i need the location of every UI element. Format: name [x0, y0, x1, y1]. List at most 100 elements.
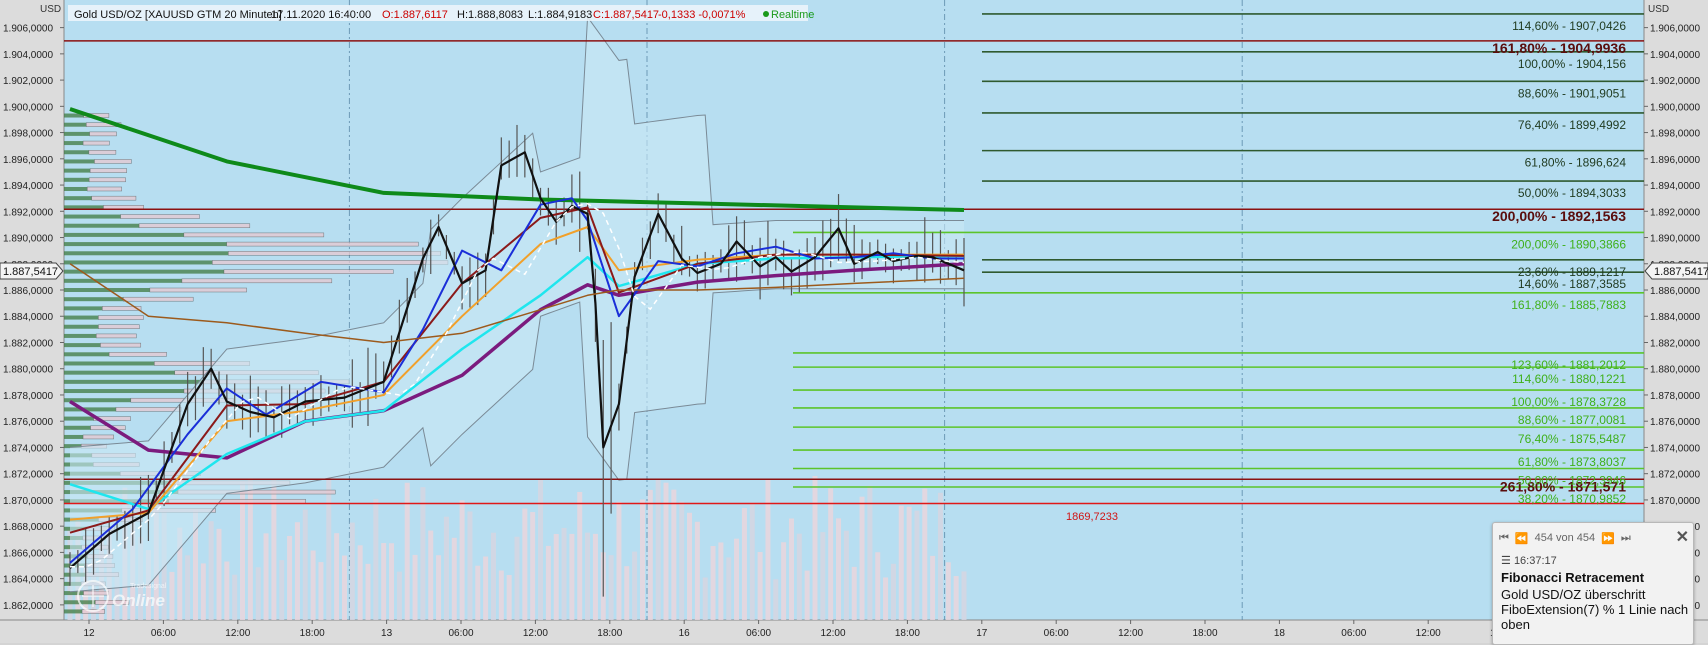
price-tag-right-text: 1.887,5417	[1654, 266, 1708, 278]
volume-bar	[592, 533, 598, 620]
volume-bar	[498, 570, 504, 620]
y-tick-label-right: 1.900,0000	[1650, 102, 1700, 113]
y-tick-label: 1.892,0000	[3, 207, 53, 218]
volume-bar	[255, 567, 261, 620]
volume-bar	[263, 533, 269, 620]
profile-sell-bar	[89, 168, 127, 173]
last-page-icon[interactable]: ⏭	[1621, 532, 1631, 545]
alert-nav: ⏮ ⏪ 454 von 454 ⏩ ⏭	[1499, 527, 1687, 549]
x-tick-label: 12:00	[820, 628, 845, 639]
header-low: L:1.884,9183	[528, 9, 592, 21]
volume-bar	[475, 565, 481, 620]
x-tick-label: 18:00	[1192, 628, 1217, 639]
fib-upper-label: 100,00% - 1904,156	[1518, 57, 1626, 71]
support-level-label: 1869,7233	[1066, 511, 1118, 523]
volume-bar	[702, 577, 708, 620]
profile-sell-bar	[183, 232, 325, 238]
profile-sell-bar	[149, 287, 247, 293]
volume-bar	[200, 563, 206, 620]
profile-buy-bar	[64, 196, 92, 201]
profile-buy-bar	[64, 177, 90, 182]
volume-bar	[216, 528, 222, 620]
profile-sell-bar	[181, 278, 333, 284]
y-tick-label-right: 1.898,0000	[1650, 129, 1700, 140]
profile-buy-bar	[64, 306, 103, 311]
volume-bar	[843, 530, 849, 620]
profile-buy-bar	[64, 297, 124, 302]
volume-bar	[655, 478, 661, 620]
menu-icon[interactable]: ☰	[1501, 555, 1511, 567]
profile-buy-bar	[64, 315, 99, 320]
alert-popup[interactable]: ⏮ ⏪ 454 von 454 ⏩ ⏭ ✕ ☰ 16:37:17 Fibonac…	[1492, 522, 1694, 645]
y-tick-label-right: 1.874,0000	[1650, 443, 1700, 454]
volume-bar	[773, 579, 779, 620]
volume-bar	[185, 555, 191, 620]
x-tick-label: 06:00	[746, 628, 771, 639]
profile-sell-bar	[89, 131, 117, 137]
volume-bar	[741, 507, 747, 620]
volume-bar	[451, 537, 457, 620]
resistance-label: 161,80% - 1904,9936	[1492, 40, 1626, 56]
x-tick-label: 16	[679, 628, 691, 639]
prev-page-icon[interactable]: ⏪	[1515, 532, 1529, 545]
volume-bar	[467, 511, 473, 620]
profile-buy-bar	[64, 260, 213, 265]
volume-bar	[608, 555, 614, 620]
profile-buy-bar	[64, 186, 88, 191]
currency-left: USD	[40, 4, 61, 15]
volume-bar	[302, 509, 308, 620]
volume-bar	[294, 522, 300, 620]
next-page-icon[interactable]: ⏩	[1601, 532, 1615, 545]
volume-bar	[828, 488, 834, 620]
profile-sell-bar	[122, 296, 194, 302]
fib-lower-label: 76,40% - 1875,5487	[1518, 432, 1626, 446]
profile-buy-bar	[64, 434, 84, 439]
y-tick-label: 1.900,0000	[3, 102, 53, 113]
x-tick-label: 12	[83, 628, 95, 639]
y-tick-label-right: 1.892,0000	[1650, 207, 1700, 218]
y-tick-label-right: 1.882,0000	[1650, 338, 1700, 349]
alert-message: Gold USD/OZ überschritt FiboExtension(7)…	[1501, 587, 1689, 632]
volume-bar	[169, 571, 175, 620]
first-page-icon[interactable]: ⏮	[1499, 532, 1509, 545]
fib-lower-label: 161,80% - 1885,7883	[1511, 298, 1626, 312]
profile-buy-bar	[64, 379, 204, 384]
profile-sell-bar	[82, 140, 110, 146]
y-tick-label-right: 1.872,0000	[1650, 470, 1700, 481]
volume-bar	[506, 574, 512, 620]
alert-time: ☰ 16:37:17	[1501, 554, 1557, 567]
price-chart[interactable]: 161,80% - 1904,9936200,00% - 1892,156326…	[0, 0, 1708, 643]
volume-bar	[647, 489, 653, 620]
volume-bar	[914, 510, 920, 620]
x-tick-label: 18:00	[597, 628, 622, 639]
profile-sell-bar	[91, 195, 137, 201]
y-tick-label: 1.882,0000	[3, 338, 53, 349]
volume-bar	[781, 542, 787, 620]
profile-sell-bar	[100, 342, 142, 348]
profile-sell-bar	[98, 315, 144, 320]
y-tick-label: 1.874,0000	[3, 443, 53, 454]
volume-bar	[624, 566, 630, 620]
price-header: Gold USD/OZ [XAUUSD GTM 20 Minuten] 17.1…	[68, 5, 814, 21]
volume-bar	[522, 508, 528, 620]
profile-buy-bar	[64, 343, 101, 348]
volume-bar	[788, 518, 794, 620]
volume-bar	[851, 566, 857, 620]
close-icon[interactable]: ✕	[1676, 527, 1689, 547]
y-tick-label: 1.898,0000	[3, 129, 53, 140]
volume-bar	[937, 492, 943, 620]
profile-sell-bar	[120, 214, 200, 219]
fib-lower-label: 38,20% - 1870,9852	[1518, 492, 1626, 506]
profile-sell-bar	[108, 352, 167, 357]
plot-area[interactable]	[64, 0, 1644, 620]
volume-bar	[945, 562, 951, 620]
alert-time-text: 16:37:17	[1513, 555, 1557, 567]
x-tick-label: 06:00	[151, 628, 176, 639]
fib-upper-label: 14,60% - 1887,3585	[1518, 277, 1626, 291]
volume-bar	[365, 563, 371, 620]
header-close: C:1.887,5417	[593, 9, 659, 21]
fib-lower-label: 88,60% - 1877,0081	[1518, 413, 1626, 427]
y-tick-label-right: 1.894,0000	[1650, 181, 1700, 192]
volume-bar	[906, 506, 912, 620]
volume-bar	[765, 479, 771, 620]
